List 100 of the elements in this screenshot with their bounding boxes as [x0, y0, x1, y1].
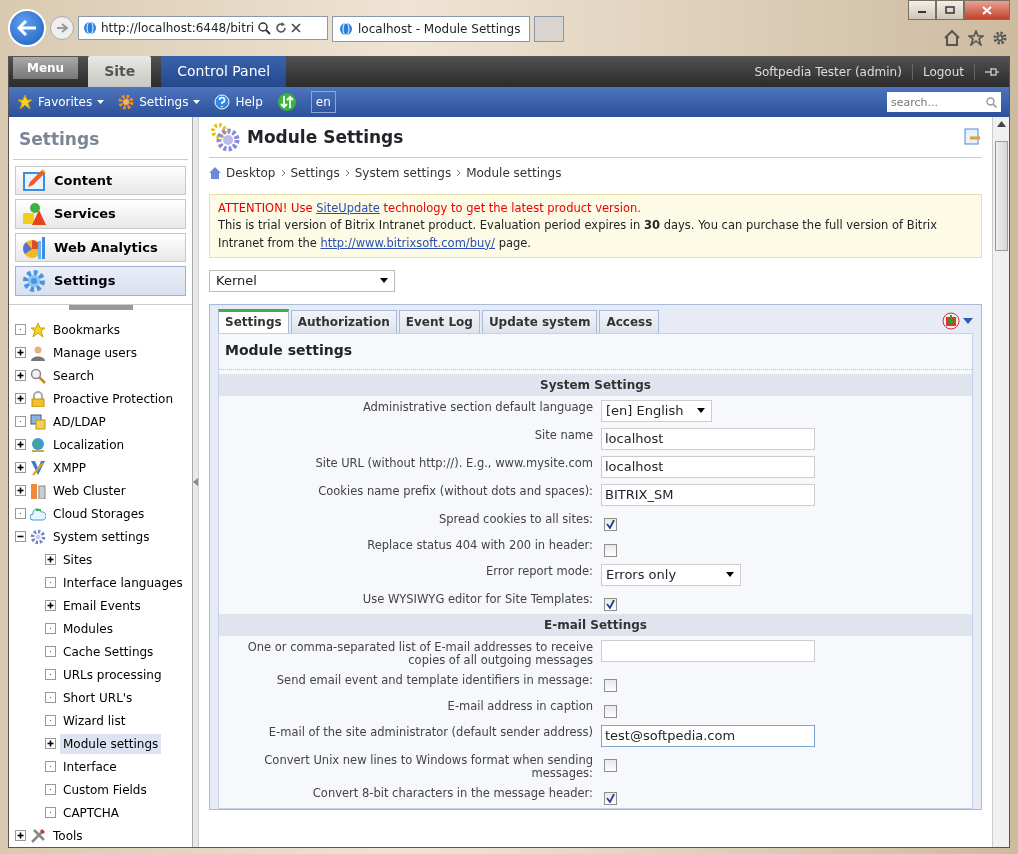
- tree-item[interactable]: Localization: [50, 434, 128, 455]
- section-button[interactable]: Services: [15, 199, 186, 229]
- tree-item[interactable]: Tools: [50, 825, 86, 846]
- checkbox[interactable]: [604, 704, 617, 718]
- tree-item[interactable]: Interface languages: [60, 572, 186, 593]
- close-icon[interactable]: [291, 23, 302, 33]
- maximize-button[interactable]: [936, 0, 964, 20]
- sync-icon[interactable]: [276, 92, 297, 112]
- collapse-toggle[interactable]: [15, 531, 26, 542]
- expand-toggle[interactable]: [15, 347, 26, 358]
- expand-toggle[interactable]: [15, 393, 26, 404]
- section-button[interactable]: Settings: [15, 266, 186, 296]
- text-field[interactable]: test@softpedia.com: [601, 724, 815, 747]
- language-button[interactable]: en: [310, 91, 336, 113]
- text-field[interactable]: [601, 639, 815, 662]
- minimize-button[interactable]: [908, 0, 936, 20]
- field-label: Error report mode:: [485, 562, 593, 578]
- tree-item[interactable]: Manage users: [50, 342, 140, 363]
- text-field[interactable]: BITRIX_SM: [601, 483, 815, 506]
- export-icon[interactable]: [942, 311, 960, 330]
- expand-toggle[interactable]: [45, 554, 56, 565]
- tree-item[interactable]: Custom Fields: [60, 779, 150, 800]
- scrollbar-thumb[interactable]: [994, 141, 1008, 251]
- tree-item[interactable]: System settings: [50, 526, 153, 547]
- tree-item[interactable]: XMPP: [50, 457, 90, 478]
- tree-item[interactable]: Search: [50, 365, 98, 386]
- tab[interactable]: Authorization: [290, 309, 397, 333]
- logout-link[interactable]: Logout: [922, 63, 964, 81]
- tree-item[interactable]: Module settings: [60, 733, 162, 754]
- breadcrumb-link[interactable]: Settings: [290, 164, 340, 182]
- dropdown-caret-icon[interactable]: [963, 317, 973, 324]
- admin-tab[interactable]: Control Panel: [161, 56, 287, 87]
- scroll-up-arrow-icon[interactable]: [996, 121, 1006, 127]
- tree-item[interactable]: Bookmarks: [50, 319, 124, 340]
- home-icon[interactable]: [944, 30, 960, 46]
- back-button[interactable]: [8, 9, 46, 47]
- expand-toggle[interactable]: [15, 485, 26, 496]
- gear-button[interactable]: Settings: [118, 93, 201, 111]
- text-field[interactable]: localhost: [601, 427, 815, 450]
- checkbox[interactable]: [604, 543, 617, 557]
- tree-item[interactable]: Wizard list: [60, 710, 129, 731]
- home-icon[interactable]: [209, 167, 221, 179]
- text-field[interactable]: localhost: [601, 455, 815, 478]
- star-button[interactable]: Favorites: [17, 93, 105, 111]
- tree-item[interactable]: Proactive Protection: [50, 388, 177, 409]
- breadcrumb-link[interactable]: Module settings: [466, 164, 562, 182]
- tree-item[interactable]: Email Events: [60, 595, 144, 616]
- tree-item[interactable]: Cloud Storages: [50, 503, 148, 524]
- tree-item[interactable]: AD/LDAP: [50, 411, 109, 432]
- scrollbar[interactable]: [992, 117, 1009, 847]
- tree-item[interactable]: Web Cluster: [50, 480, 129, 501]
- expand-toggle[interactable]: [15, 439, 26, 450]
- expand-toggle[interactable]: [15, 370, 26, 381]
- chevron-icon: [344, 169, 350, 177]
- tree-item[interactable]: Interface: [60, 756, 120, 777]
- close-button[interactable]: [964, 0, 1010, 20]
- help-button[interactable]: Help: [214, 93, 263, 111]
- star-icon: [17, 94, 33, 110]
- tab[interactable]: Settings: [218, 308, 289, 333]
- select-field[interactable]: [en] English: [601, 399, 713, 422]
- siteupdate-link[interactable]: SiteUpdate: [316, 201, 380, 215]
- settings-icon[interactable]: [992, 30, 1008, 46]
- tree-item[interactable]: Sites: [60, 549, 96, 570]
- expand-toggle[interactable]: [45, 738, 56, 749]
- tree-item[interactable]: CAPTCHA: [60, 802, 123, 823]
- collapse-handle[interactable]: [68, 305, 133, 310]
- search-icon[interactable]: [258, 21, 272, 35]
- checkbox[interactable]: [604, 597, 617, 611]
- expand-toggle[interactable]: [15, 462, 26, 473]
- expand-toggle[interactable]: [15, 830, 26, 841]
- address-field[interactable]: http://localhost:6448/bitri: [78, 16, 328, 40]
- tree-item[interactable]: Modules: [60, 618, 116, 639]
- checkbox[interactable]: [604, 791, 617, 805]
- tree-item[interactable]: Cache Settings: [60, 641, 157, 662]
- expand-toggle[interactable]: [45, 600, 56, 611]
- search-icon: [986, 97, 997, 108]
- checkbox[interactable]: [604, 758, 617, 772]
- search-field[interactable]: search...: [887, 92, 1001, 112]
- section-button[interactable]: Content: [15, 165, 186, 196]
- tree-item[interactable]: URLs processing: [60, 664, 165, 685]
- person-icon: [30, 344, 46, 361]
- tab[interactable]: Event Log: [398, 309, 480, 333]
- checkbox[interactable]: [604, 517, 617, 531]
- buy-link[interactable]: http://www.bitrixsoft.com/buy/: [320, 235, 495, 250]
- section-heading: E-mail Settings: [219, 613, 972, 636]
- browser-tab[interactable]: localhost - Module Settings: [332, 16, 530, 42]
- admin-tab[interactable]: Site: [88, 56, 152, 87]
- refresh-icon[interactable]: [275, 22, 288, 34]
- section-button[interactable]: Web Analytics: [15, 232, 186, 263]
- breadcrumb-link[interactable]: System settings: [354, 164, 452, 182]
- pin-icon[interactable]: [985, 67, 999, 77]
- tab[interactable]: Access: [599, 309, 660, 333]
- tree-item[interactable]: Short URL's: [60, 687, 136, 708]
- tab[interactable]: Update system: [481, 309, 598, 333]
- checkbox[interactable]: [604, 678, 617, 692]
- module-select[interactable]: Kernel: [209, 269, 395, 292]
- star-icon[interactable]: [968, 30, 984, 46]
- breadcrumb-link[interactable]: Desktop: [226, 164, 276, 182]
- collapse-arrow-icon[interactable]: [193, 478, 198, 486]
- select-field[interactable]: Errors only: [601, 563, 741, 586]
